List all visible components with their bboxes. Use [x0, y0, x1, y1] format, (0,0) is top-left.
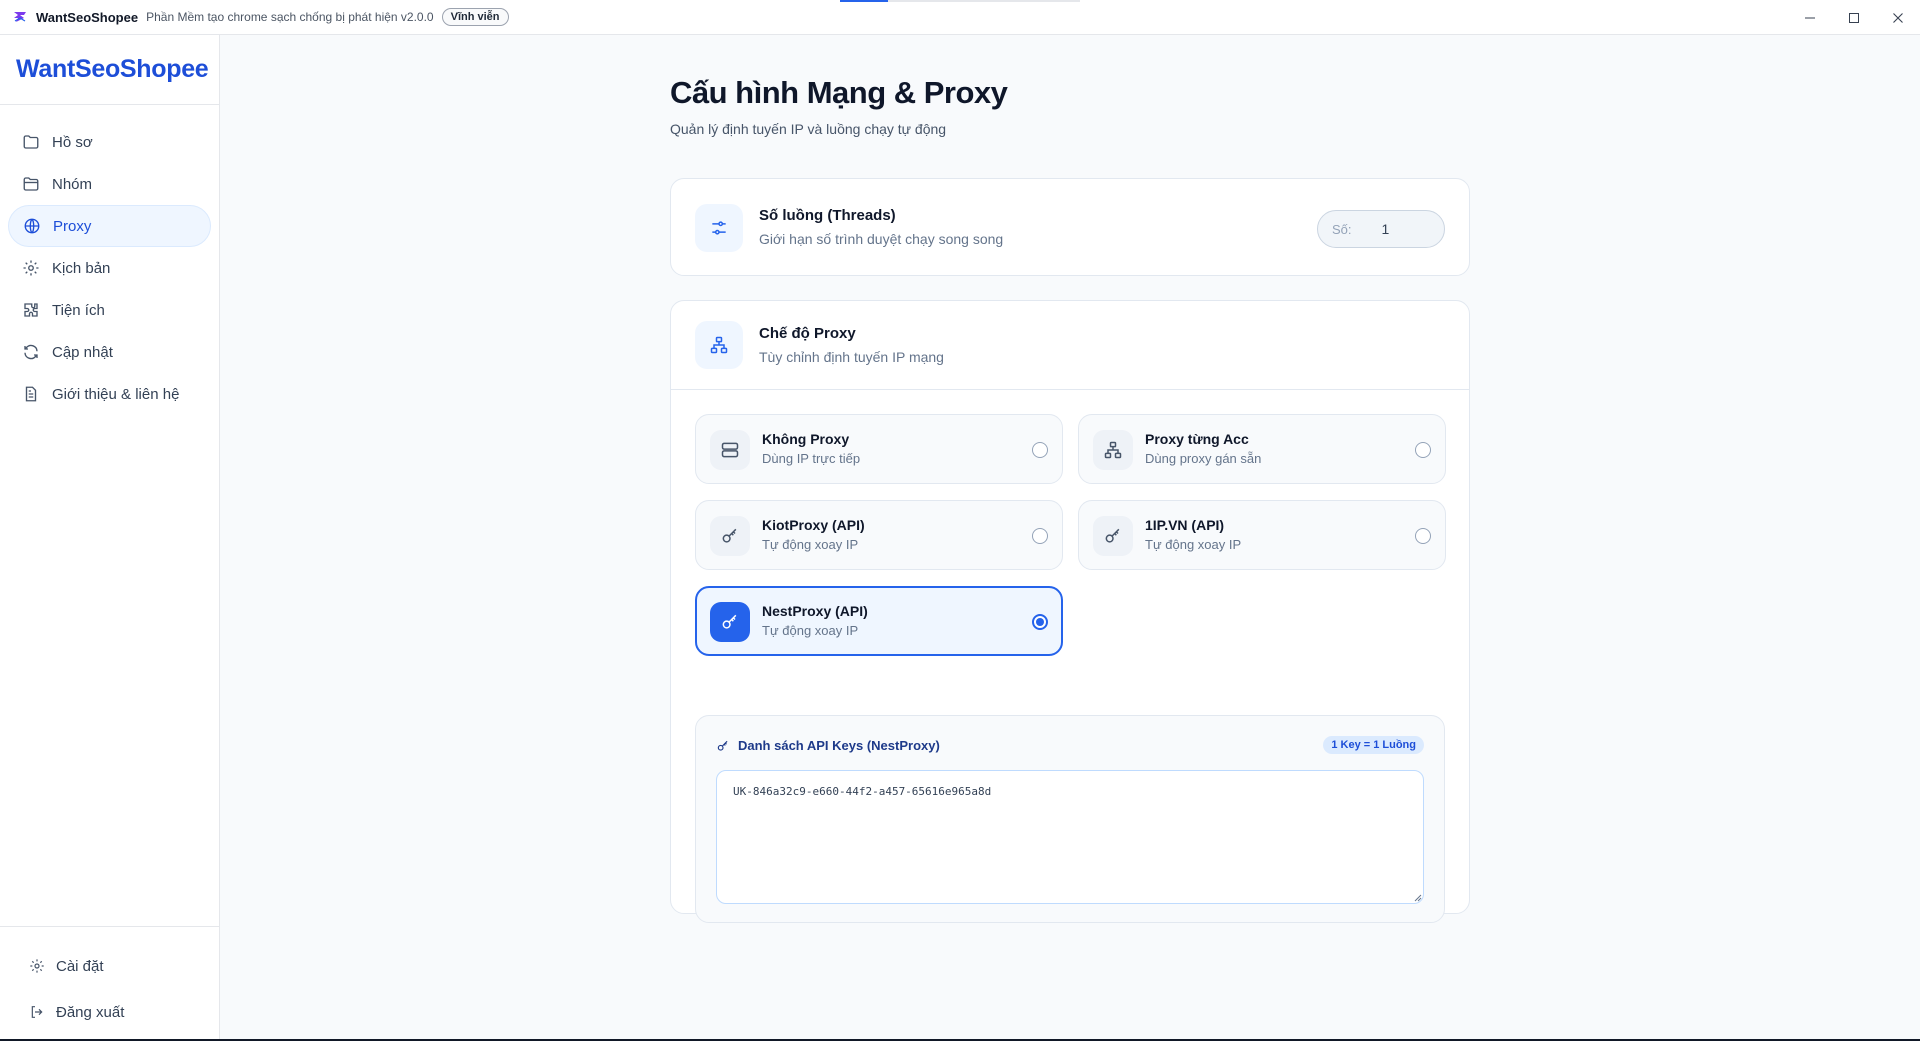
- network-icon: [1093, 430, 1133, 470]
- loading-progress-fill: [840, 0, 888, 2]
- folder-open-icon: [22, 175, 40, 193]
- option-title: KiotProxy (API): [762, 517, 865, 533]
- maximize-icon: [1849, 12, 1859, 23]
- threads-input-value: 1: [1381, 221, 1390, 237]
- proxy-mode-title: Chế độ Proxy: [759, 325, 856, 342]
- title-bar: WantSeoShopee Phần Mềm tạo chrome sạch c…: [0, 0, 1920, 35]
- app-name: WantSeoShopee: [36, 9, 139, 25]
- api-keys-heading: Danh sách API Keys (NestProxy): [716, 738, 940, 753]
- api-keys-panel: Danh sách API Keys (NestProxy) 1 Key = 1…: [695, 715, 1445, 923]
- license-badge: Vĩnh viễn: [441, 8, 509, 26]
- loading-progress: [840, 0, 1080, 2]
- proxy-mode-description: Tùy chỉnh định tuyến IP mạng: [759, 349, 944, 365]
- option-subtitle: Dùng proxy gán sẵn: [1145, 451, 1262, 466]
- key-icon: [716, 739, 730, 753]
- sidebar-nav: Hồ sơ Nhóm Proxy Kịch bản Tiện ích Cập n…: [0, 105, 219, 415]
- sidebar-item-label: Proxy: [53, 217, 92, 235]
- sidebar-item-dang-xuat[interactable]: Đăng xuất: [8, 989, 211, 1035]
- key-icon: [710, 602, 750, 642]
- option-subtitle: Tự động xoay IP: [762, 537, 859, 552]
- option-subtitle: Tự động xoay IP: [1145, 537, 1242, 552]
- page-title: Cấu hình Mạng & Proxy: [670, 75, 1008, 110]
- main-content: Cấu hình Mạng & Proxy Quản lý định tuyến…: [220, 35, 1920, 1041]
- option-radio[interactable]: [1032, 528, 1048, 544]
- sidebar-item-label: Đăng xuất: [56, 1003, 125, 1021]
- option-radio[interactable]: [1032, 442, 1048, 458]
- api-keys-textarea[interactable]: [716, 770, 1424, 904]
- sidebar-item-proxy[interactable]: Proxy: [8, 205, 211, 247]
- sidebar-item-label: Cài đặt: [56, 957, 104, 975]
- close-icon: [1893, 12, 1903, 23]
- network-icon: [695, 321, 743, 369]
- sidebar: WantSeoShopee Hồ sơ Nhóm Proxy Kịch bản …: [0, 35, 220, 1041]
- sidebar-item-tien-ich[interactable]: Tiện ích: [8, 289, 211, 331]
- option-title: NestProxy (API): [762, 603, 868, 619]
- app-logo-icon: [12, 9, 28, 25]
- close-button[interactable]: [1876, 0, 1920, 35]
- proxy-option-nestproxy[interactable]: NestProxy (API) Tự động xoay IP: [695, 586, 1063, 656]
- logout-icon: [28, 1003, 46, 1021]
- radio-dot: [1036, 618, 1044, 626]
- folder-icon: [22, 133, 40, 151]
- resize-grip-icon[interactable]: [1414, 894, 1422, 902]
- minimize-icon: [1805, 17, 1815, 18]
- sidebar-item-cap-nhat[interactable]: Cập nhật: [8, 331, 211, 373]
- option-radio[interactable]: [1415, 528, 1431, 544]
- sidebar-item-gioi-thieu[interactable]: Giới thiệu & liên hệ: [8, 373, 211, 415]
- proxy-option-khong-proxy[interactable]: Không Proxy Dùng IP trực tiếp: [695, 414, 1063, 484]
- option-radio-selected[interactable]: [1032, 614, 1048, 630]
- option-subtitle: Dùng IP trực tiếp: [762, 451, 861, 466]
- threads-input[interactable]: Số: 1: [1317, 210, 1445, 248]
- threads-title: Số luồng (Threads): [759, 207, 896, 224]
- proxy-option-proxy-tung-acc[interactable]: Proxy từng Acc Dùng proxy gán sẵn: [1078, 414, 1446, 484]
- document-icon: [22, 385, 40, 403]
- sidebar-item-label: Nhóm: [52, 175, 93, 193]
- sidebar-item-ho-so[interactable]: Hồ sơ: [8, 121, 211, 163]
- sidebar-item-label: Giới thiệu & liên hệ: [52, 385, 180, 403]
- option-radio[interactable]: [1415, 442, 1431, 458]
- threads-input-label: Số:: [1332, 221, 1352, 237]
- sidebar-item-label: Cập nhật: [52, 343, 113, 361]
- brand-logo[interactable]: WantSeoShopee: [0, 35, 219, 105]
- window-controls: [1788, 0, 1920, 35]
- option-subtitle: Tự động xoay IP: [762, 623, 859, 638]
- sidebar-item-label: Tiện ích: [52, 301, 105, 319]
- gear-icon: [28, 957, 46, 975]
- key-icon: [1093, 516, 1133, 556]
- sidebar-item-nhom[interactable]: Nhóm: [8, 163, 211, 205]
- page-subtitle: Quản lý định tuyến IP và luồng chạy tự đ…: [670, 121, 947, 137]
- divider: [671, 389, 1469, 390]
- proxy-mode-card: Chế độ Proxy Tùy chỉnh định tuyến IP mạn…: [670, 300, 1470, 923]
- sidebar-item-label: Kịch bản: [52, 259, 111, 277]
- puzzle-icon: [22, 301, 40, 319]
- threads-description: Giới hạn số trình duyệt chạy song song: [759, 231, 1004, 247]
- option-title: Proxy từng Acc: [1145, 431, 1249, 447]
- proxy-option-1ip-vn[interactable]: 1IP.VN (API) Tự động xoay IP: [1078, 500, 1446, 570]
- key-icon: [710, 516, 750, 556]
- api-keys-title: Danh sách API Keys (NestProxy): [738, 738, 940, 753]
- globe-icon: [23, 217, 41, 235]
- sidebar-item-cai-dat[interactable]: Cài đặt: [8, 943, 211, 989]
- sidebar-item-label: Hồ sơ: [52, 133, 93, 151]
- sidebar-bottom: Cài đặt Đăng xuất: [0, 926, 219, 1041]
- gear-icon: [22, 259, 40, 277]
- keys-ratio-badge: 1 Key = 1 Luồng: [1323, 736, 1424, 754]
- option-title: 1IP.VN (API): [1145, 517, 1225, 533]
- option-title: Không Proxy: [762, 431, 850, 447]
- app-subtitle: Phần Mềm tạo chrome sạch chống bị phát h…: [146, 10, 434, 24]
- server-icon: [710, 430, 750, 470]
- threads-card: Số luồng (Threads) Giới hạn số trình duy…: [670, 178, 1470, 276]
- proxy-option-kiotproxy[interactable]: KiotProxy (API) Tự động xoay IP: [695, 500, 1063, 570]
- sliders-icon: [695, 204, 743, 252]
- minimize-button[interactable]: [1788, 0, 1832, 35]
- sidebar-item-kich-ban[interactable]: Kịch bản: [8, 247, 211, 289]
- refresh-icon: [22, 343, 40, 361]
- maximize-button[interactable]: [1832, 0, 1876, 35]
